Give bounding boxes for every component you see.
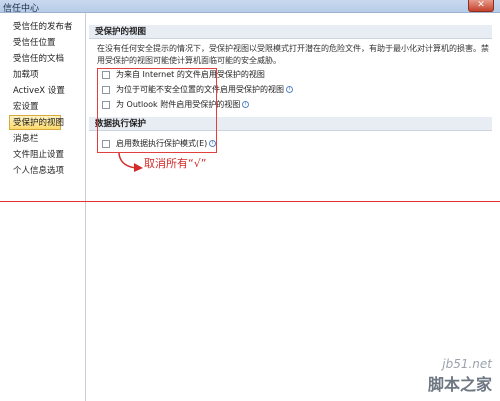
title-bar: 信任中心 ✕	[0, 0, 500, 14]
sidebar-item-trusted-locations[interactable]: 受信任位置	[10, 36, 84, 51]
sidebar-item-file-block[interactable]: 文件阻止设置	[10, 148, 84, 163]
info-icon[interactable]: i	[242, 101, 250, 108]
sidebar-item-protected-view[interactable]: 受保护的视图	[9, 115, 64, 130]
protected-view-description: 在没有任何安全提示的情况下，受保护视图以受限模式打开潜在的危险文件，有助于最小化…	[97, 44, 489, 65]
sidebar-item-macro[interactable]: 宏设置	[10, 100, 84, 115]
watermark-name: 脚本之家	[427, 375, 492, 394]
sidebar: 受信任的发布者 受信任位置 受信任的文档 加载项 ActiveX 设置 宏设置 …	[0, 13, 86, 401]
annotation-arrow-icon	[118, 152, 143, 172]
sidebar-item-add-ins[interactable]: 加载项	[10, 68, 84, 83]
close-button[interactable]: ✕	[468, 0, 494, 12]
close-icon: ✕	[477, 0, 485, 10]
separator-line	[0, 201, 500, 202]
protected-view-header: 受保护的视图	[89, 25, 492, 39]
watermark: jb51.net 脚本之家	[428, 357, 492, 395]
sidebar-item-privacy[interactable]: 个人信息选项	[10, 164, 84, 179]
watermark-domain: jb51.net	[442, 357, 492, 371]
sidebar-item-activex[interactable]: ActiveX 设置	[10, 84, 84, 99]
annotation-text: 取消所有“√”	[144, 157, 207, 170]
highlight-box	[97, 68, 217, 153]
sidebar-item-message-bar[interactable]: 消息栏	[10, 132, 84, 147]
sidebar-item-trusted-publishers[interactable]: 受信任的发布者	[10, 20, 84, 35]
info-icon[interactable]: i	[286, 86, 293, 93]
sidebar-item-trusted-documents[interactable]: 受信任的文档	[10, 52, 84, 67]
